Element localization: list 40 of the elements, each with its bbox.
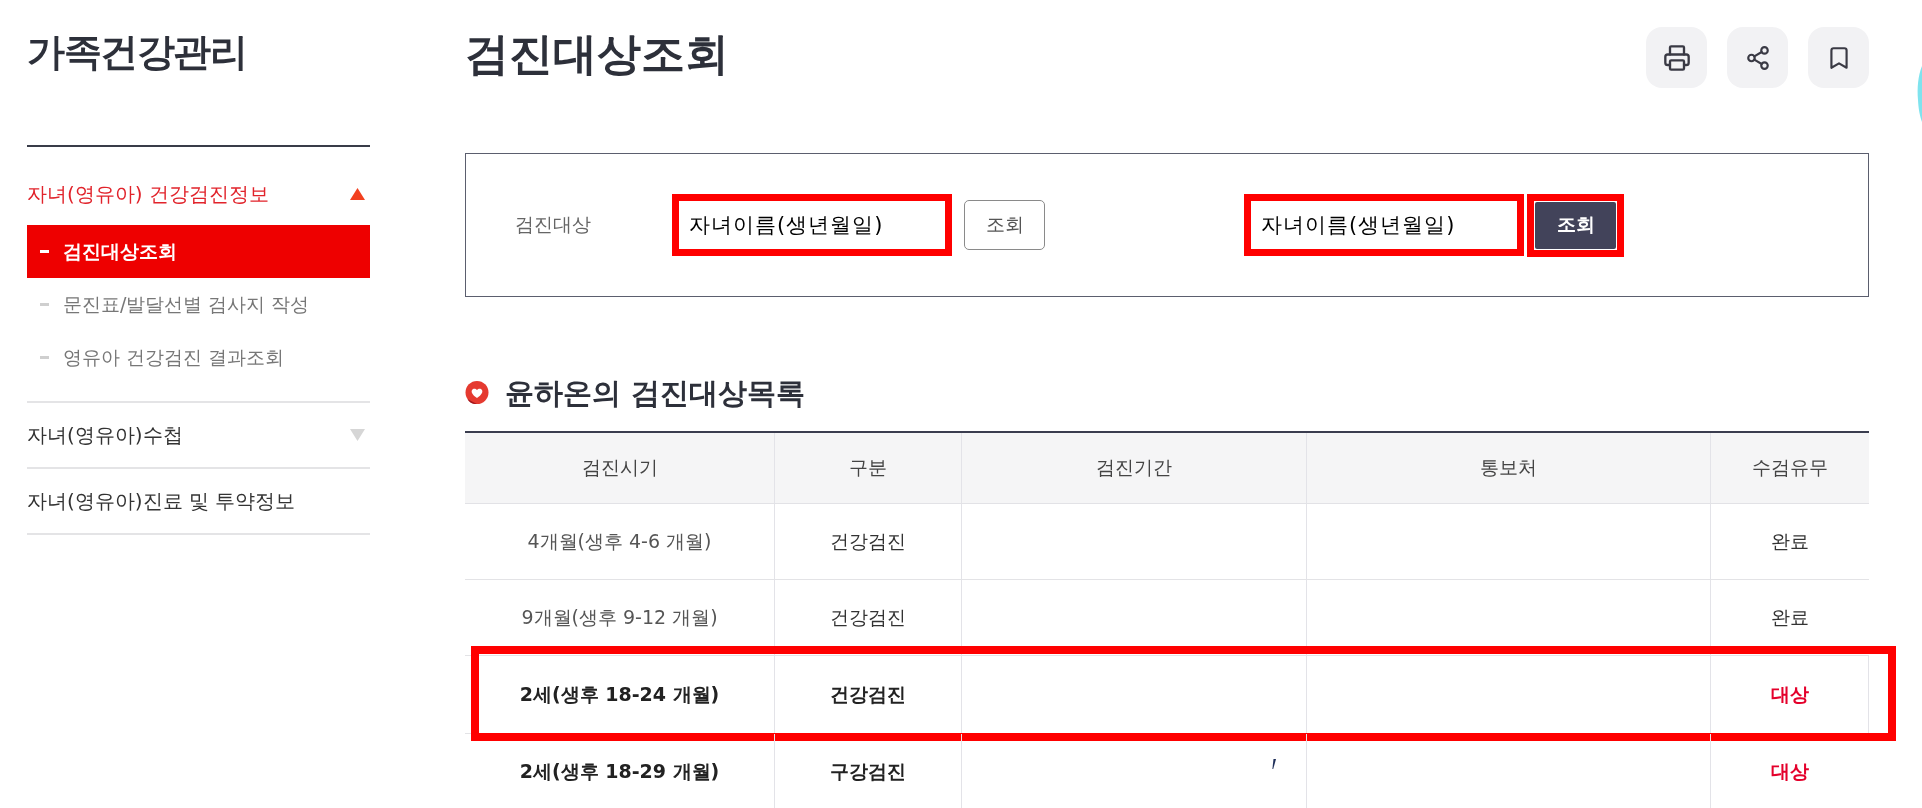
column-header: 수검유무 xyxy=(1751,455,1829,480)
column-header: 통보처 xyxy=(1307,433,1711,503)
status-cell-text: 완료 xyxy=(1770,528,1810,554)
menu-item[interactable]: 자녀(영유아)수첩 xyxy=(27,403,370,467)
submenu-item[interactable]: 문진표/발달선별 검사지 작성 xyxy=(27,278,370,331)
status-cell: 대상 xyxy=(1711,656,1869,733)
table-cell: 건강검진 xyxy=(775,504,962,579)
table-cell: 2세(생후 18-29 개월) xyxy=(465,734,775,808)
sidebar-title: 가족건강관리 xyxy=(27,29,247,76)
bookmark-button[interactable] xyxy=(1808,27,1869,88)
table-cell: 9개월(생후 9-12 개월) xyxy=(465,580,775,655)
stroke-mark-icon xyxy=(1272,759,1276,769)
search-button[interactable]: 조회 xyxy=(1535,201,1616,249)
menu-item[interactable]: 자녀(영유아)진료 및 투약정보 xyxy=(27,469,370,533)
share-icon xyxy=(1744,44,1771,71)
table-cell: 4개월(생후 4-6 개월) xyxy=(465,504,775,579)
section-title: 윤하온의 검진대상목록 xyxy=(505,375,806,412)
bullet-icon xyxy=(40,303,49,306)
table-cell: 건강검진 xyxy=(775,580,962,655)
bullet-icon xyxy=(40,250,49,253)
column-header: 검진시기 xyxy=(465,433,775,503)
share-button[interactable] xyxy=(1727,27,1788,88)
page-title: 검진대상조회 xyxy=(465,27,729,81)
print-button[interactable] xyxy=(1646,27,1707,88)
submenu-item[interactable]: 영유아 건강검진 결과조회 xyxy=(27,331,370,384)
column-header: 구분 xyxy=(775,433,962,503)
menu-item[interactable]: 자녀(영유아) 건강검진정보 xyxy=(27,147,370,225)
submenu-item[interactable]: 검진대상조회 xyxy=(27,225,370,278)
column-header: 검진기간 xyxy=(962,433,1307,503)
print-icon xyxy=(1662,43,1691,72)
status-cell-text: 완료 xyxy=(1770,604,1810,630)
input-field[interactable]: 자녀이름(생년월일) xyxy=(672,194,952,256)
status-cell-text: 대상 xyxy=(1770,758,1810,784)
search-label: 검진대상 xyxy=(515,212,592,237)
table-cell: 건강검진 xyxy=(775,656,962,733)
bullet-icon xyxy=(40,356,49,359)
search-button[interactable]: 조회 xyxy=(964,200,1045,250)
table-cell: 2세(생후 18-24 개월) xyxy=(465,656,775,733)
input-field[interactable]: 자녀이름(생년월일) xyxy=(1244,194,1524,256)
table-cell: 구강검진 xyxy=(775,734,962,808)
